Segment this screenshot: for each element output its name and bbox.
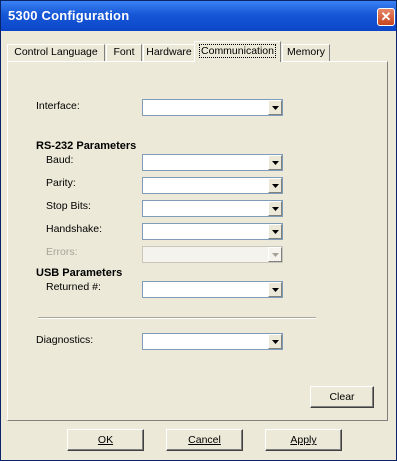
parity-select[interactable]	[142, 177, 283, 194]
returned-dropdown-button[interactable]	[268, 282, 282, 297]
handshake-dropdown-button[interactable]	[268, 224, 282, 239]
baud-dropdown-button[interactable]	[268, 155, 282, 170]
window-title: 5300 Configuration	[8, 8, 130, 23]
returned-label: Returned #:	[46, 281, 101, 293]
diagnostics-dropdown-button[interactable]	[268, 334, 282, 349]
chevron-down-icon	[272, 340, 279, 344]
tab-label: Control Language	[14, 46, 98, 58]
interface-label: Interface:	[36, 100, 80, 112]
chevron-down-icon	[272, 106, 279, 110]
stop-bits-select[interactable]	[142, 200, 283, 217]
diagnostics-select[interactable]	[142, 333, 283, 350]
ok-button[interactable]: OK	[67, 429, 144, 451]
tab-communication[interactable]: Communication	[194, 41, 281, 62]
apply-button-label: Apply	[290, 434, 317, 446]
chevron-down-icon	[272, 184, 279, 188]
chevron-down-icon	[272, 207, 279, 211]
parity-label: Parity:	[46, 177, 76, 189]
usb-heading: USB Parameters	[36, 267, 123, 279]
clear-button[interactable]: Clear	[310, 386, 374, 408]
apply-button[interactable]: Apply	[265, 429, 342, 451]
clear-button-label: Clear	[329, 391, 355, 403]
tab-label: Communication	[199, 44, 276, 58]
diagnostics-label: Diagnostics:	[36, 334, 94, 346]
cancel-button-label: Cancel	[188, 434, 221, 446]
separator-line	[38, 317, 316, 319]
close-button[interactable]: ✕	[377, 8, 395, 26]
ok-button-label: OK	[97, 434, 114, 446]
tab-control-language[interactable]: Control Language	[7, 44, 105, 61]
chevron-down-icon	[272, 253, 279, 257]
baud-label: Baud:	[46, 154, 74, 166]
stop-bits-label: Stop Bits:	[46, 200, 91, 212]
handshake-select[interactable]	[142, 223, 283, 240]
tab-label: Memory	[287, 46, 325, 58]
tab-strip: Control Language Font Hardware Communica…	[7, 41, 392, 62]
tab-label: Hardware	[146, 46, 192, 58]
errors-dropdown-button	[268, 247, 282, 262]
errors-select	[142, 246, 283, 263]
tab-label: Font	[113, 46, 135, 58]
errors-label: Errors:	[46, 246, 78, 258]
chevron-down-icon	[272, 161, 279, 165]
baud-select[interactable]	[142, 154, 283, 171]
chevron-down-icon	[272, 230, 279, 234]
title-bar[interactable]: 5300 Configuration ✕	[1, 1, 396, 31]
interface-select[interactable]	[142, 99, 283, 116]
tab-hardware[interactable]: Hardware	[143, 44, 195, 61]
handshake-label: Handshake:	[46, 223, 103, 235]
parity-dropdown-button[interactable]	[268, 178, 282, 193]
chevron-down-icon	[272, 288, 279, 292]
rs232-heading: RS-232 Parameters	[36, 140, 137, 152]
dialog-window: 5300 Configuration ✕ Control Language Fo…	[0, 0, 397, 461]
tab-memory[interactable]: Memory	[282, 44, 330, 61]
cancel-button[interactable]: Cancel	[166, 429, 243, 451]
returned-select[interactable]	[142, 281, 283, 298]
stop-bits-dropdown-button[interactable]	[268, 201, 282, 216]
tab-font[interactable]: Font	[106, 44, 142, 61]
close-icon: ✕	[380, 9, 392, 24]
interface-dropdown-button[interactable]	[268, 100, 282, 115]
communication-panel: Interface: RS-232 Parameters Baud: Parit…	[7, 61, 388, 421]
